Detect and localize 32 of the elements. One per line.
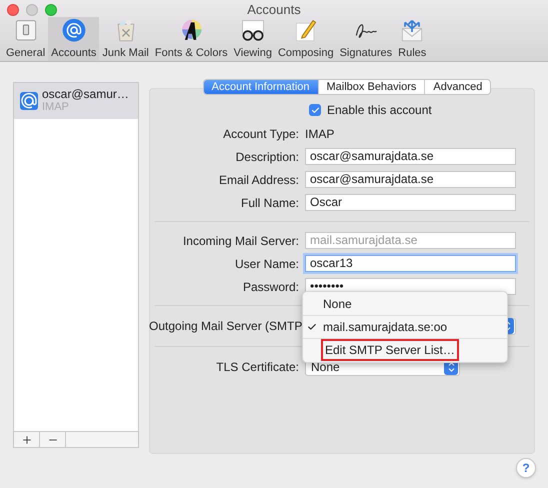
account-name: oscar@samur… (42, 88, 129, 101)
field-label: Description: (234, 148, 299, 166)
text-field[interactable]: oscar@samurajdata.se (305, 148, 516, 165)
toolbar-button[interactable]: Signatures (336, 17, 396, 61)
toolbar-button[interactable]: Accounts (48, 17, 100, 61)
field-label: Full Name: (240, 194, 299, 212)
toolbar-button[interactable]: Composing (274, 17, 337, 61)
account-item[interactable]: oscar@samur… IMAP (14, 83, 138, 119)
text-field[interactable]: oscar13 (305, 255, 516, 272)
toolbar-button[interactable]: Fonts & Colors (152, 17, 231, 61)
toolbar-button[interactable]: General (3, 17, 48, 61)
toolbar-button[interactable]: Viewing (230, 17, 275, 61)
field-label: Password: (242, 278, 299, 296)
tab[interactable]: Mailbox Behaviors (318, 80, 424, 94)
toolbar-button[interactable]: Junk Mail (99, 17, 152, 61)
field-label: Email Address: (218, 172, 299, 188)
field-label: TLS Certificate: (215, 359, 299, 376)
window-title: Accounts (246, 0, 302, 19)
field-label: User Name: (234, 256, 299, 272)
help-button[interactable]: ? (516, 458, 536, 478)
text-field[interactable]: oscar@samurajdata.se (305, 171, 516, 188)
field-label: Incoming Mail Server: (182, 232, 299, 250)
field-label: Account Type: (222, 126, 299, 142)
menu-item[interactable]: None (321, 295, 354, 313)
account-type: IMAP (42, 101, 70, 114)
menu-item[interactable]: Edit SMTP Server List… (321, 339, 459, 361)
account-type-value: IMAP (305, 126, 334, 142)
tab[interactable]: Advanced (424, 80, 490, 94)
checkbox-label: Enable this account (327, 102, 432, 119)
text-field[interactable]: Oscar (305, 194, 516, 211)
menu-item[interactable]: mail.samurajdata.se:oo (321, 318, 450, 336)
toolbar-button[interactable]: Rules (395, 17, 430, 61)
